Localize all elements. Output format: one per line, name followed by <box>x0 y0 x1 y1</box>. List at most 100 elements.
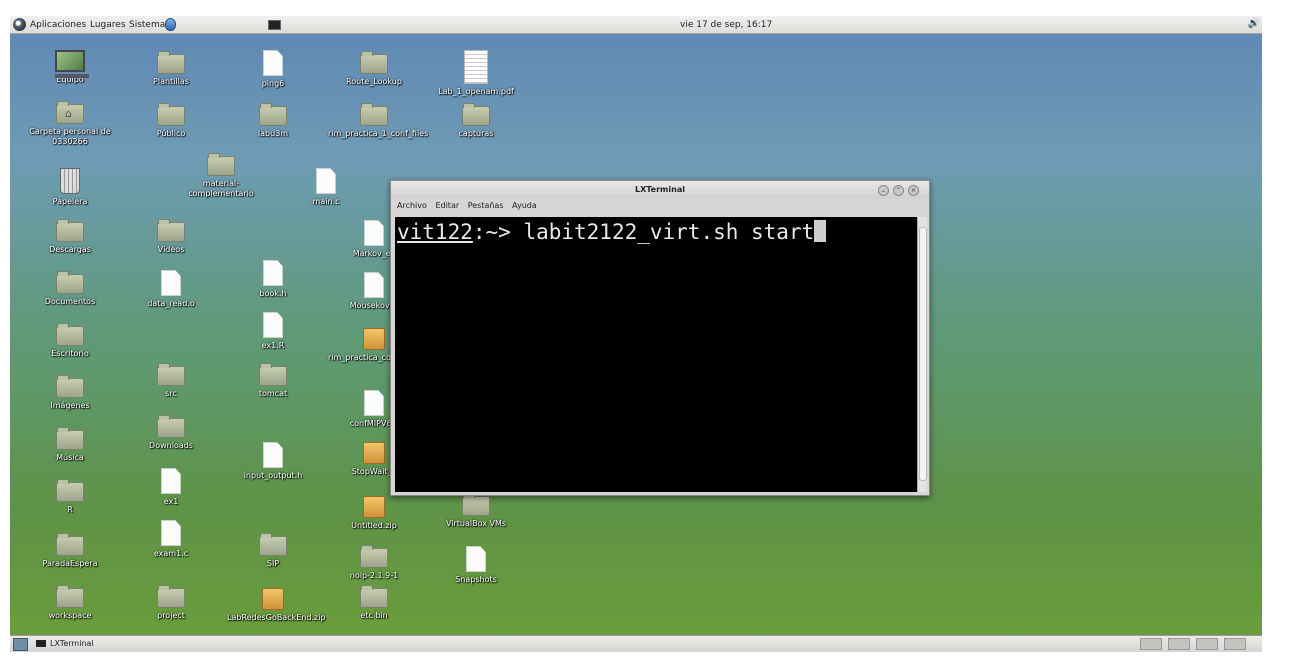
desktop-icon[interactable]: data_read.o <box>125 270 217 309</box>
desktop-icon[interactable]: Vídeos <box>125 219 217 255</box>
show-desktop-icon[interactable] <box>13 638 28 651</box>
archive-icon <box>363 328 385 350</box>
desktop-icon[interactable]: LabRedesGoBackEnd.zip <box>227 588 326 623</box>
terminal-launcher-icon[interactable] <box>268 20 281 30</box>
archive-icon <box>363 442 385 464</box>
desktop-icon[interactable]: labu3m <box>227 103 319 139</box>
desktop-icon-label: input_output.h <box>243 471 303 480</box>
title-bar[interactable]: LXTerminal ⌄ ⌃ × <box>391 181 929 199</box>
file-icon <box>263 312 283 338</box>
desktop-icon[interactable]: Imágenes <box>24 375 116 411</box>
task-button-lxterminal[interactable]: LXTerminal <box>34 638 94 650</box>
minimize-button[interactable]: ⌄ <box>878 185 889 196</box>
desktop-icon-label: Lab_1_openam.pdf <box>438 87 514 96</box>
menu-ayuda[interactable]: Ayuda <box>512 201 537 210</box>
network-icon[interactable] <box>165 18 176 31</box>
menu-lugares[interactable]: Lugares <box>90 19 126 31</box>
clock[interactable]: vie 17 de sep, 16:17 <box>680 19 772 31</box>
folder-icon <box>360 585 388 608</box>
desktop-icon[interactable]: input_output.h <box>227 442 319 481</box>
file-icon <box>364 390 384 416</box>
desktop-icon[interactable]: ex1.R <box>227 312 319 351</box>
folder-icon <box>157 585 185 608</box>
file-icon <box>263 442 283 468</box>
menu-sistema[interactable]: Sistema <box>129 19 165 31</box>
menu-archivo[interactable]: Archivo <box>397 201 427 210</box>
desktop-icon-label: labu3m <box>257 129 289 138</box>
desktop-icon-label: Imágenes <box>50 401 90 410</box>
workspace-3[interactable] <box>1196 638 1218 650</box>
desktop-icon[interactable]: Downloads <box>125 415 217 451</box>
desktop-icon[interactable]: workspace <box>24 585 116 621</box>
desktop-icon-label: noip-2.1.9-1 <box>349 571 399 580</box>
desktop-icon[interactable]: Snapshots <box>430 546 522 585</box>
desktop-icon[interactable]: Equipo <box>24 50 116 85</box>
menu-editar[interactable]: Editar <box>435 201 459 210</box>
scrollbar[interactable] <box>917 217 927 492</box>
desktop-icon[interactable]: Papelera <box>24 168 116 207</box>
desktop-icon[interactable]: Descargas <box>24 219 116 255</box>
distro-logo-icon[interactable] <box>13 18 26 31</box>
home-folder-icon <box>56 101 84 124</box>
desktop-icon[interactable]: book.h <box>227 260 319 299</box>
top-panel: Aplicaciones Lugares Sistema vie 17 de s… <box>10 16 1262 34</box>
desktop-icon[interactable]: rim_practica_1_conf_files <box>328 103 428 139</box>
folder-icon <box>56 533 84 556</box>
desktop-icon[interactable]: Documentos <box>24 271 116 307</box>
terminal-output[interactable]: vit122:~> labit2122_virt.sh start <box>395 217 917 492</box>
menu-pestanas[interactable]: Pestañas <box>468 201 504 210</box>
desktop-icon-label: Público <box>156 129 186 138</box>
desktop-icon-label: Vídeos <box>157 245 185 254</box>
desktop-icon[interactable]: Carpeta personal de 0330266 <box>24 101 116 147</box>
desktop-icon-label: Downloads <box>149 441 193 450</box>
file-icon <box>316 168 336 194</box>
desktop-icon-label: ParadaEspera <box>42 559 98 568</box>
desktop-icon-label: book.h <box>259 289 287 298</box>
terminal-window[interactable]: LXTerminal ⌄ ⌃ × Archivo Editar Pestañas… <box>390 180 930 496</box>
desktop-icon[interactable]: Untitled.zip <box>328 496 420 531</box>
desktop-icon[interactable]: capturas <box>430 103 522 139</box>
folder-icon <box>56 427 84 450</box>
desktop-icon-label: Plantillas <box>153 77 189 86</box>
folder-icon <box>157 363 185 386</box>
desktop-icon[interactable]: Lab_1_openam.pdf <box>430 50 522 97</box>
file-icon <box>161 270 181 296</box>
command-line: vit122:~> labit2122_virt.sh start <box>397 219 827 245</box>
folder-icon <box>157 219 185 242</box>
menu-aplicaciones[interactable]: Aplicaciones <box>30 19 86 31</box>
close-button[interactable]: × <box>908 185 919 196</box>
typed-command: labit2122_virt.sh start <box>523 220 815 244</box>
file-icon <box>161 468 181 494</box>
desktop-icon[interactable]: R <box>24 479 116 515</box>
desktop-icon[interactable]: project <box>125 585 217 621</box>
speaker-icon[interactable]: 🔊 <box>1248 18 1260 29</box>
folder-icon <box>360 103 388 126</box>
desktop-icon[interactable]: Route_Lookup <box>328 51 420 87</box>
desktop-icon[interactable]: exam1.c <box>125 520 217 559</box>
desktop-icon[interactable]: tomcat <box>227 363 319 399</box>
desktop-icon[interactable]: ex1 <box>125 468 217 507</box>
desktop-icon[interactable]: noip-2.1.9-1 <box>328 545 420 581</box>
text-cursor <box>814 220 827 242</box>
workspace-4[interactable] <box>1224 638 1246 650</box>
folder-icon <box>360 545 388 568</box>
folder-icon <box>462 493 490 516</box>
workspace-1[interactable] <box>1140 638 1162 650</box>
workspace-2[interactable] <box>1168 638 1190 650</box>
desktop-icon[interactable]: ParadaEspera <box>24 533 116 569</box>
archive-icon <box>262 588 284 610</box>
desktop-icon[interactable]: src <box>125 363 217 399</box>
desktop-icon[interactable]: etc bin <box>328 585 420 621</box>
desktop-icon[interactable]: material-complementario <box>175 153 267 199</box>
desktop-icon[interactable]: Escritorio <box>24 323 116 359</box>
desktop-icon[interactable]: Público <box>125 103 217 139</box>
desktop-icon[interactable]: SIP <box>227 533 319 569</box>
computer-icon <box>55 50 89 78</box>
desktop-icon[interactable]: main.c <box>280 168 372 207</box>
desktop-icon[interactable]: Música <box>24 427 116 463</box>
desktop-icon[interactable]: Plantillas <box>125 51 217 87</box>
folder-icon <box>56 271 84 294</box>
maximize-button[interactable]: ⌃ <box>893 185 904 196</box>
desktop-icon[interactable]: VirtualBox VMs <box>430 493 522 529</box>
desktop-icon[interactable]: ping6 <box>227 50 319 89</box>
